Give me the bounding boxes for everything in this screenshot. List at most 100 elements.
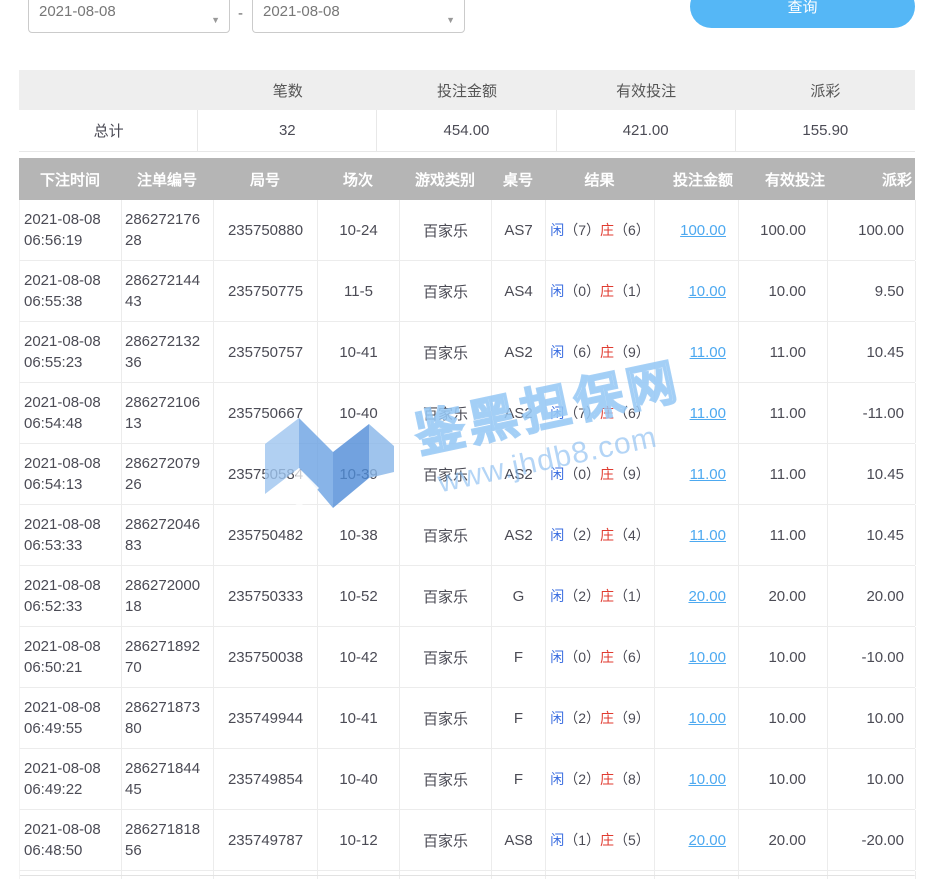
game-type-cell: 百家乐 bbox=[400, 627, 492, 687]
bet-amount-link[interactable]: 20.00 bbox=[688, 588, 726, 605]
session-cell: 10-38 bbox=[318, 505, 400, 565]
bet-amount-link[interactable]: 10.00 bbox=[688, 283, 726, 300]
banker-label: 庄 bbox=[600, 464, 614, 484]
end-date-select[interactable]: 2021-08-08 ▼ bbox=[252, 0, 465, 33]
start-date-value: 2021-08-08 bbox=[39, 3, 116, 20]
round-no-cell: 235749787 bbox=[214, 810, 318, 870]
bet-amount-link[interactable]: 11.00 bbox=[690, 405, 726, 422]
bet-time-cell: 2021-08-08 06:54:13 bbox=[20, 444, 122, 504]
game-type-cell: 百家乐 bbox=[400, 383, 492, 443]
order-no-cell: 28627207926 bbox=[122, 444, 214, 504]
banker-label: 庄 bbox=[600, 769, 614, 789]
bet-amount-link[interactable]: 11.00 bbox=[690, 466, 726, 483]
result-cell: 闲（7）庄（6） bbox=[546, 200, 655, 260]
player-label: 闲 bbox=[550, 281, 564, 301]
table-no-cell: AS2 bbox=[492, 383, 546, 443]
valid-bet-cell: 11.00 bbox=[739, 383, 828, 443]
table-no-cell: F bbox=[492, 749, 546, 809]
session-cell: 10-41 bbox=[318, 322, 400, 382]
bet-amount-link[interactable]: 10.00 bbox=[688, 649, 726, 666]
table-no-cell: F bbox=[492, 688, 546, 748]
player-label: 闲 bbox=[550, 220, 564, 240]
table-no-cell: G bbox=[492, 566, 546, 626]
banker-label: 庄 bbox=[600, 403, 614, 423]
valid-bet-cell: 20.00 bbox=[739, 810, 828, 870]
payout-cell: 10.45 bbox=[828, 322, 916, 382]
summary-header-row: 笔数 投注金额 有效投注 派彩 bbox=[19, 70, 915, 110]
col-result: 结果 bbox=[545, 158, 654, 200]
game-type-cell: 百家乐 bbox=[400, 566, 492, 626]
bet-amount-link[interactable]: 10.00 bbox=[688, 771, 726, 788]
bet-amount-link[interactable]: 10.00 bbox=[688, 710, 726, 727]
bet-amount-cell: 11.00 bbox=[655, 505, 739, 565]
end-date-value: 2021-08-08 bbox=[263, 3, 340, 20]
player-label: 闲 bbox=[550, 830, 564, 850]
player-score: （1） bbox=[564, 830, 600, 850]
player-score: （0） bbox=[564, 647, 600, 667]
total-count: 32 bbox=[198, 110, 377, 151]
valid-bet-cell: 11.00 bbox=[739, 322, 828, 382]
table-row: 2021-08-08 06:53:33 28627204683 23575048… bbox=[19, 505, 915, 566]
order-no-cell: 28627214443 bbox=[122, 261, 214, 321]
valid-bet-cell: 11.00 bbox=[739, 505, 828, 565]
game-type-cell: 百家乐 bbox=[400, 749, 492, 809]
bet-amount-link[interactable]: 11.00 bbox=[690, 344, 726, 361]
bet-time-cell: 2021-08-08 06:53:33 bbox=[20, 505, 122, 565]
session-cell: 10-24 bbox=[318, 200, 400, 260]
result-cell: 闲（7）庄（6） bbox=[546, 383, 655, 443]
table-no-cell: AS2 bbox=[492, 322, 546, 382]
round-no-cell: 235750038 bbox=[214, 627, 318, 687]
table-row: 2021-08-08 06:49:22 28627184445 23574985… bbox=[19, 749, 915, 810]
result-cell: 闲（0）庄（6） bbox=[546, 627, 655, 687]
valid-bet-cell: 10.00 bbox=[739, 688, 828, 748]
bets-table-header: 下注时间 注单编号 局号 场次 游戏类别 桌号 结果 投注金额 有效投注 派彩 bbox=[19, 158, 915, 200]
bet-amount-cell: 10.00 bbox=[655, 688, 739, 748]
banker-label: 庄 bbox=[600, 220, 614, 240]
session-cell: 10-41 bbox=[318, 688, 400, 748]
result-cell: 闲（6）庄（9） bbox=[546, 322, 655, 382]
bet-time-cell: 2021-08-08 06:49:55 bbox=[20, 688, 122, 748]
session-cell: 10-39 bbox=[318, 444, 400, 504]
order-no-cell: 28627210613 bbox=[122, 383, 214, 443]
player-label: 闲 bbox=[550, 769, 564, 789]
bet-amount-cell: 100.00 bbox=[655, 200, 739, 260]
player-score: （7） bbox=[564, 403, 600, 423]
total-label: 总计 bbox=[19, 110, 198, 151]
summary-table: 笔数 投注金额 有效投注 派彩 总计 32 454.00 421.00 155.… bbox=[19, 70, 915, 152]
game-type-cell: 百家乐 bbox=[400, 200, 492, 260]
query-button[interactable]: 查询 bbox=[690, 0, 915, 28]
bet-time-cell: 2021-08-08 06:52:33 bbox=[20, 566, 122, 626]
bet-time-cell: 2021-08-08 06:48:50 bbox=[20, 810, 122, 870]
bet-amount-link[interactable]: 100.00 bbox=[680, 222, 726, 239]
bet-amount-link[interactable]: 11.00 bbox=[690, 527, 726, 544]
payout-cell: 10.00 bbox=[828, 749, 916, 809]
total-payout: 155.90 bbox=[736, 110, 915, 151]
start-date-select[interactable]: 2021-08-08 ▼ bbox=[28, 0, 230, 33]
banker-label: 庄 bbox=[600, 281, 614, 301]
col-table-no: 桌号 bbox=[491, 158, 545, 200]
table-no-cell: F bbox=[492, 627, 546, 687]
bet-amount-link[interactable]: 20.00 bbox=[688, 832, 726, 849]
table-row: 2021-08-08 06:52:33 28627200018 23575033… bbox=[19, 566, 915, 627]
summary-total-row: 总计 32 454.00 421.00 155.90 bbox=[19, 110, 915, 152]
bet-amount-cell: 10.00 bbox=[655, 627, 739, 687]
banker-score: （5） bbox=[614, 830, 650, 850]
betting-records-page: 2021-08-08 ▼ - 2021-08-08 ▼ 查询 笔数 投注金额 有… bbox=[0, 0, 932, 879]
player-label: 闲 bbox=[550, 342, 564, 362]
table-no-cell: AS2 bbox=[492, 505, 546, 565]
valid-bet-cell: 10.00 bbox=[739, 261, 828, 321]
payout-cell: 9.50 bbox=[828, 261, 916, 321]
order-no-cell: 28627184445 bbox=[122, 749, 214, 809]
payout-cell: -11.00 bbox=[828, 383, 916, 443]
banker-score: （4） bbox=[614, 525, 650, 545]
table-row: 2021-08-08 06:49:55 28627187380 23574994… bbox=[19, 688, 915, 749]
banker-score: （1） bbox=[614, 281, 650, 301]
bet-amount-cell: 11.00 bbox=[655, 322, 739, 382]
bet-time-cell: 2021-08-08 06:55:23 bbox=[20, 322, 122, 382]
game-type-cell: 百家乐 bbox=[400, 444, 492, 504]
player-score: （7） bbox=[564, 220, 600, 240]
table-row: 2021-08-08 06:50:21 28627189270 23575003… bbox=[19, 627, 915, 688]
result-cell: 闲（2）庄（4） bbox=[546, 505, 655, 565]
payout-cell: -20.00 bbox=[828, 810, 916, 870]
table-no-cell: AS7 bbox=[492, 200, 546, 260]
